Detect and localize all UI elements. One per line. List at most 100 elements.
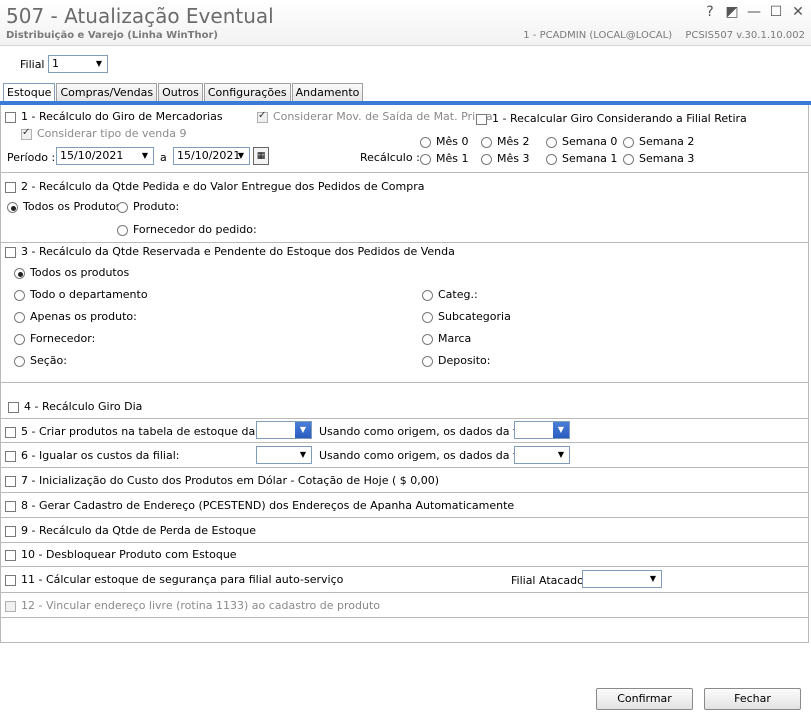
s5-checkbox[interactable] [5,426,16,438]
s9-checkbox[interactable] [5,525,16,537]
opt-mes2-radio[interactable] [481,136,492,148]
s6-origem-label: Usando como origem, os dados da filial: [319,449,540,462]
s1-row: 1 - Recálculo do Giro de Mercadorias [5,110,223,123]
s2-produto-radio[interactable] [117,201,128,213]
s3-label: 3 - Recálculo da Qtde Reservada e Penden… [21,245,455,258]
opt-semana1[interactable]: Semana 1 [546,152,617,165]
s3-deposito-radio[interactable] [422,355,433,367]
opt-mes3-radio[interactable] [481,153,492,165]
s3-departamento[interactable]: Todo o departamento [14,288,148,301]
s2-todos-radio[interactable] [7,201,18,213]
chevron-down-icon[interactable]: ▼ [91,56,107,72]
s3-apenas-radio[interactable] [14,311,25,323]
s10-checkbox[interactable] [5,549,16,561]
opt-mes1[interactable]: Mês 1 [420,152,468,165]
opt-mes2[interactable]: Mês 2 [481,135,529,148]
fechar-button[interactable]: Fechar [704,688,801,710]
s3-fornecedor-radio[interactable] [14,333,25,345]
s3-categ-label: Categ.: [438,288,478,301]
considerar-mov-checkbox[interactable] [257,110,268,123]
s3-todos[interactable]: Todos os produtos [14,266,129,279]
restore-icon[interactable]: ◩ [725,4,739,20]
s6-filial-select[interactable]: ▼ [256,446,312,464]
s3-categ-radio[interactable] [422,289,433,301]
s2-produto[interactable]: Produto: [117,200,179,213]
s5-filial-select[interactable]: ▼ [256,421,312,439]
opt-semana2-radio[interactable] [623,136,634,148]
date-from-input[interactable]: 15/10/2021 ▼ [56,147,154,165]
minimize-icon[interactable]: — [747,4,761,20]
tab-andamento[interactable]: Andamento [291,83,364,102]
s4-checkbox[interactable] [8,401,19,413]
s2-todos[interactable]: Todos os Produtos [7,200,122,213]
chevron-down-icon[interactable]: ▼ [137,148,153,164]
opt-mes3[interactable]: Mês 3 [481,152,529,165]
s1-label: 1 - Recálculo do Giro de Mercadorias [21,110,223,123]
filial-select[interactable]: 1 ▼ [48,55,108,73]
s4-row: 4 - Recálculo Giro Dia [8,400,142,413]
chevron-down-icon[interactable]: ▼ [295,422,311,438]
tab-compras-vendas[interactable]: Compras/Vendas [56,83,158,102]
tab-estoque[interactable]: Estoque [3,83,56,103]
s3-deposito[interactable]: Deposito: [422,354,491,367]
filial-value: 1 [52,57,59,70]
s3-categ[interactable]: Categ.: [422,288,478,301]
s3-checkbox[interactable] [5,246,16,258]
user-info: 1 - PCADMIN (LOCAL@LOCAL) [523,30,673,41]
opt-semana3-radio[interactable] [623,153,634,165]
chevron-down-icon[interactable]: ▼ [645,571,661,587]
s3-subcategoria-label: Subcategoria [438,310,511,323]
s2-fornecedor-label: Fornecedor do pedido: [133,223,257,236]
opt-semana2[interactable]: Semana 2 [623,135,694,148]
help-icon[interactable]: ? [703,4,717,20]
opt-mes1-radio[interactable] [420,153,431,165]
close-icon[interactable]: ✕ [791,4,805,20]
s3-departamento-radio[interactable] [14,289,25,301]
filial-atacado-select[interactable]: ▼ [582,570,662,588]
opt-semana1-radio[interactable] [546,153,557,165]
s5-origem-label: Usando como origem, os dados da filial: [319,425,540,438]
opt-semana0[interactable]: Semana 0 [546,135,617,148]
s7-checkbox[interactable] [5,475,16,487]
s3-marca[interactable]: Marca [422,332,471,345]
s2-checkbox[interactable] [5,181,16,193]
date-to-input[interactable]: 15/10/2021 ▼ [173,147,250,165]
s3-secao[interactable]: Seção: [14,354,67,367]
opt-semana3[interactable]: Semana 3 [623,152,694,165]
filial-label: Filial [20,58,45,71]
calendar-icon[interactable]: ▦ [253,147,269,165]
s2-fornecedor-radio[interactable] [117,224,128,236]
s3-row: 3 - Recálculo da Qtde Reservada e Penden… [5,245,455,258]
s3-todos-radio[interactable] [14,267,25,279]
s6-origem-select[interactable]: ▼ [514,446,570,464]
s3-subcategoria[interactable]: Subcategoria [422,310,511,323]
s3-departamento-label: Todo o departamento [30,288,148,301]
opt-mes0[interactable]: Mês 0 [420,135,468,148]
chevron-down-icon[interactable]: ▼ [295,447,311,463]
considerar-tipo-checkbox[interactable] [21,127,32,140]
s11-checkbox[interactable] [5,574,16,586]
s8-checkbox[interactable] [5,500,16,512]
s3-apenas[interactable]: Apenas os produto: [14,310,137,323]
s3-fornecedor[interactable]: Fornecedor: [14,332,95,345]
confirmar-button[interactable]: Confirmar [596,688,693,710]
s3-marca-radio[interactable] [422,333,433,345]
s1-checkbox[interactable] [5,111,16,123]
s3-subcategoria-radio[interactable] [422,311,433,323]
chevron-down-icon[interactable]: ▼ [553,447,569,463]
s3-secao-radio[interactable] [14,355,25,367]
tab-configuracoes[interactable]: Configurações [203,83,291,102]
opt-semana0-radio[interactable] [546,136,557,148]
separator [0,442,809,443]
s2-fornecedor[interactable]: Fornecedor do pedido: [117,223,257,236]
window-title: 507 - Atualização Eventual [6,4,274,28]
chevron-down-icon[interactable]: ▼ [233,148,249,164]
tab-outros[interactable]: Outros [158,83,203,102]
s12-checkbox[interactable] [5,600,16,612]
s6-checkbox[interactable] [5,450,16,462]
maximize-icon[interactable]: ☐ [769,4,783,20]
opt-mes0-radio[interactable] [420,136,431,148]
recalcular-giro-checkbox[interactable] [476,113,487,125]
chevron-down-icon[interactable]: ▼ [553,422,569,438]
s5-origem-select[interactable]: ▼ [514,421,570,439]
